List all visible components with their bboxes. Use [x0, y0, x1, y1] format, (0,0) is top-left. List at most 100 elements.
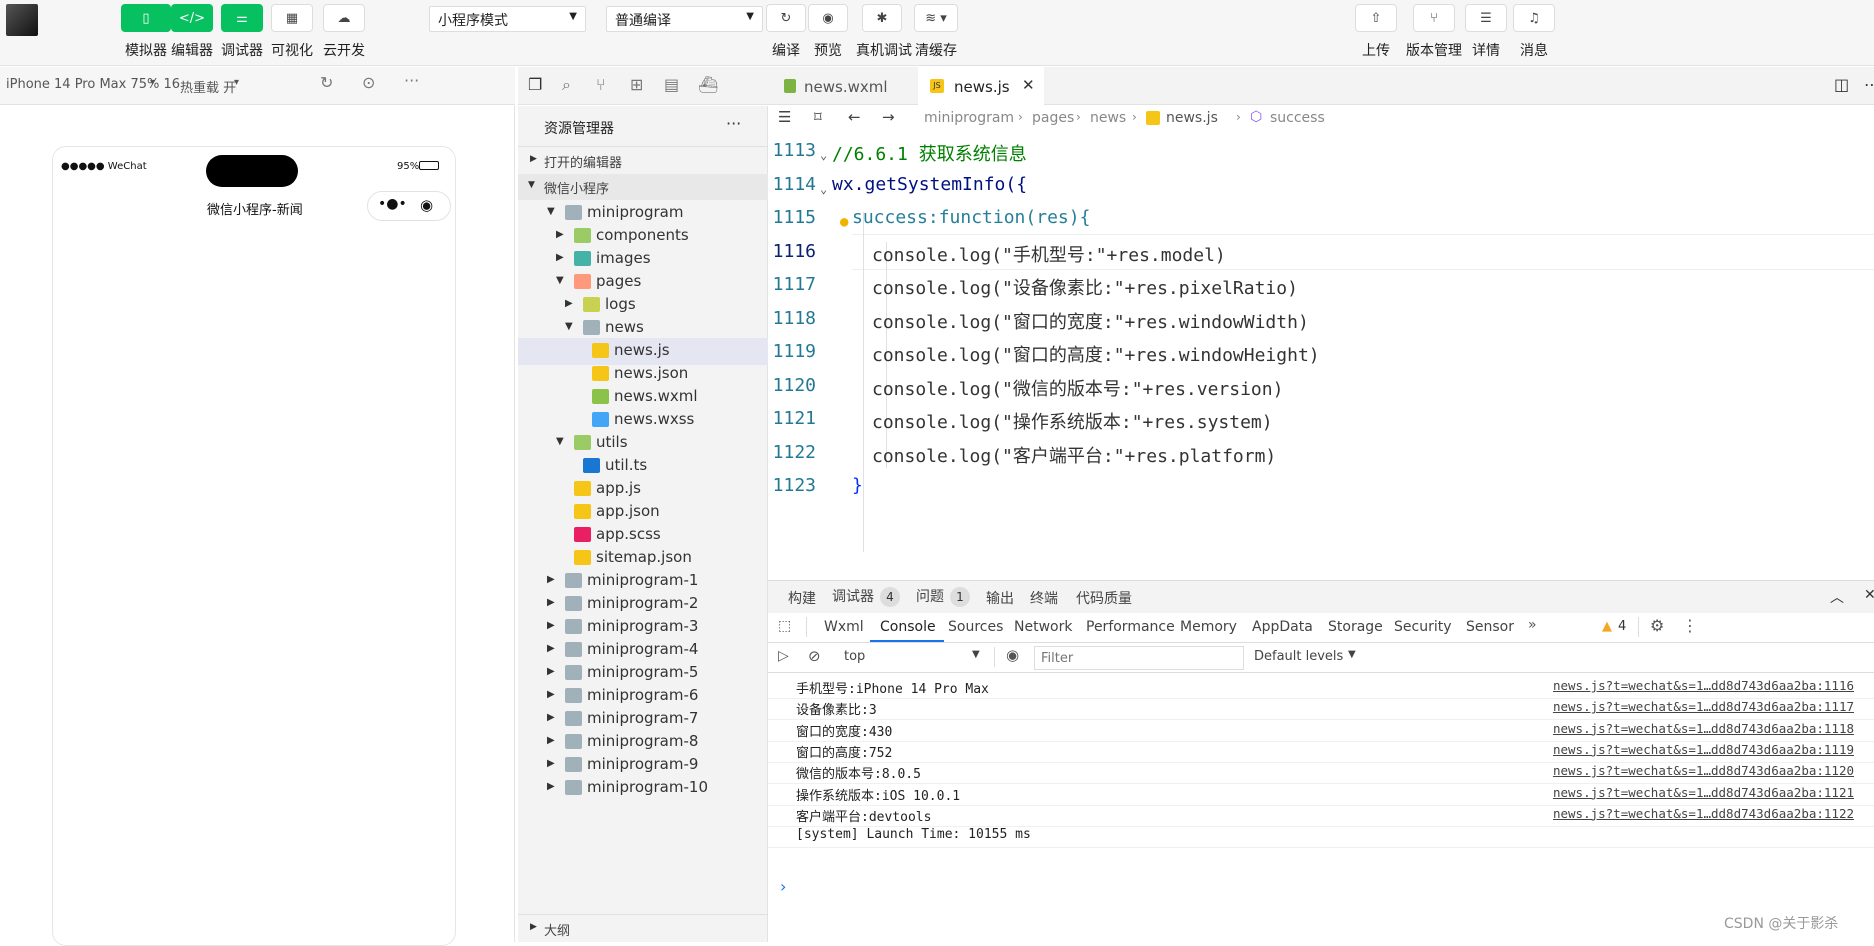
crumb-file[interactable]: news.js: [1166, 110, 1218, 126]
search-icon[interactable]: ⌕: [562, 75, 571, 95]
context-select[interactable]: top ▼: [836, 646, 986, 668]
back-icon[interactable]: ←: [848, 108, 861, 126]
split-editor-icon[interactable]: ◫: [1834, 75, 1849, 94]
code-line[interactable]: success:function(res){: [852, 207, 1090, 228]
hotreload-toggle[interactable]: 热重载 开: [180, 77, 236, 96]
outline-section[interactable]: ▶ 大纲: [518, 914, 768, 942]
warning-count[interactable]: 4: [1618, 619, 1626, 634]
code-line[interactable]: console.log("窗口的宽度:"+res.windowWidth): [872, 308, 1309, 334]
tool-tab-memory[interactable]: Memory: [1180, 619, 1237, 635]
more-icon[interactable]: ···: [726, 114, 741, 133]
remote-debug-button[interactable]: ✱ 真机调试: [856, 4, 912, 60]
console-source-link[interactable]: news.js?t=wechat&s=1…dd8d743d6aa2ba:1119: [1553, 742, 1854, 757]
close-target-icon[interactable]: ◉: [420, 196, 433, 214]
tool-tab-sensor[interactable]: Sensor: [1466, 619, 1514, 635]
code-line[interactable]: console.log("手机型号:"+res.model): [872, 241, 1226, 267]
code-line[interactable]: console.log("设备像素比:"+res.pixelRatio): [872, 274, 1298, 300]
rotate-icon[interactable]: ↻: [320, 73, 333, 92]
preview-button[interactable]: ◉ 预览: [806, 4, 850, 60]
debugger-count-badge: 4: [880, 587, 900, 607]
tab-debugger[interactable]: 调试器 4: [832, 586, 900, 607]
tool-tab-network[interactable]: Network: [1014, 619, 1072, 635]
clear-cache-button[interactable]: ≋ ▾ 清缓存: [910, 4, 962, 60]
console-source-link[interactable]: news.js?t=wechat&s=1…dd8d743d6aa2ba:1117: [1553, 699, 1854, 714]
crumb-news[interactable]: news: [1090, 110, 1126, 126]
tool-tab-performance[interactable]: Performance: [1086, 619, 1175, 635]
more-dots-icon[interactable]: •●•: [378, 196, 407, 212]
tab-problems[interactable]: 问题 1: [916, 586, 970, 607]
more-icon[interactable]: ⋯: [1864, 75, 1874, 94]
stop-icon[interactable]: ⊙: [362, 73, 375, 92]
source-control-icon[interactable]: ⑂: [596, 75, 606, 94]
console-source-link[interactable]: news.js?t=wechat&s=1…dd8d743d6aa2ba:1120: [1553, 763, 1854, 778]
tab-code-quality[interactable]: 代码质量: [1076, 588, 1132, 608]
debugger-button[interactable]: ⚌ 调试器: [220, 4, 264, 60]
tree-item[interactable]: ▶ miniprogram-10: [518, 775, 768, 802]
lightbulb-icon[interactable]: ●: [840, 214, 848, 230]
chevron-up-icon[interactable]: ︿: [1830, 587, 1844, 607]
code-line[interactable]: console.log("操作系统版本:"+res.system): [872, 408, 1273, 434]
code-line[interactable]: wx.getSystemInfo({: [832, 174, 1027, 195]
console-source-link[interactable]: news.js?t=wechat&s=1…dd8d743d6aa2ba:1116: [1553, 678, 1854, 693]
tab-output[interactable]: 输出: [986, 588, 1014, 608]
project-section[interactable]: ▼ 微信小程序: [518, 174, 768, 200]
kebab-icon[interactable]: ⋮: [1682, 616, 1698, 635]
upload-button[interactable]: ⇧ 上传: [1350, 4, 1402, 60]
editor-button[interactable]: </> 编辑器: [170, 4, 214, 60]
tab-news-js[interactable]: JS news.js ✕: [918, 67, 1044, 105]
files-icon[interactable]: ❐: [528, 75, 542, 94]
tool-tab-appdata[interactable]: AppData: [1252, 619, 1313, 635]
console-prompt[interactable]: ›: [780, 877, 786, 896]
details-button[interactable]: ☰ 详情: [1460, 4, 1512, 60]
console-source-link[interactable]: news.js?t=wechat&s=1…dd8d743d6aa2ba:1118: [1553, 721, 1854, 736]
extensions-icon[interactable]: ⊞: [630, 75, 643, 94]
bookmark-icon[interactable]: ⌑: [814, 108, 822, 126]
code-editor[interactable]: ⌄ ⌄ ● 1113 //6.6.1 获取系统信息 1114 wx.getSystem…: [768, 132, 1874, 580]
storage-icon[interactable]: ▤: [664, 75, 679, 94]
sidebar-toggle-icon[interactable]: ▷: [778, 648, 789, 664]
tool-tab-security[interactable]: Security: [1394, 619, 1452, 635]
tool-tab-sources[interactable]: Sources: [948, 619, 1003, 635]
levels-select[interactable]: Default levels ▼: [1254, 646, 1356, 668]
open-editors-section[interactable]: ▶ 打开的编辑器: [518, 146, 768, 174]
filter-input[interactable]: [1034, 646, 1244, 670]
gear-icon[interactable]: ⚙: [1650, 616, 1664, 635]
eye-icon[interactable]: ◉: [1006, 646, 1019, 664]
visual-button[interactable]: ▦ 可视化: [270, 4, 314, 60]
messages-button[interactable]: ♫ 消息: [1508, 4, 1560, 60]
tool-tab-console[interactable]: Console: [880, 619, 936, 635]
mode-select[interactable]: 小程序模式 ▼: [429, 6, 586, 32]
crumb-symbol[interactable]: success: [1270, 110, 1325, 126]
code-line[interactable]: //6.6.1 获取系统信息: [832, 140, 1027, 166]
more-tabs-icon[interactable]: »: [1528, 617, 1537, 633]
console-source-link[interactable]: news.js?t=wechat&s=1…dd8d743d6aa2ba:1121: [1553, 785, 1854, 800]
avatar[interactable]: [6, 4, 38, 36]
tab-build[interactable]: 构建: [788, 588, 816, 608]
close-icon[interactable]: ✕: [1864, 587, 1874, 603]
compile-select[interactable]: 普通编译 ▼: [606, 6, 763, 32]
forward-icon[interactable]: →: [882, 108, 895, 126]
version-button[interactable]: ⑂ 版本管理: [1404, 4, 1464, 60]
cloud-button[interactable]: ☁ 云开发: [322, 4, 366, 60]
tool-tab-storage[interactable]: Storage: [1328, 619, 1383, 635]
tab-news-wxml[interactable]: news.wxml: [768, 67, 918, 105]
close-icon[interactable]: ✕: [1022, 76, 1035, 94]
clear-console-icon[interactable]: ⊘: [808, 647, 821, 665]
fold-chevron-icon[interactable]: ⌄: [820, 148, 827, 162]
fold-chevron-icon[interactable]: ⌄: [820, 182, 827, 196]
code-line[interactable]: }: [852, 475, 863, 496]
tool-tab-wxml[interactable]: Wxml: [824, 619, 864, 635]
inspect-icon[interactable]: ⬚: [778, 618, 791, 634]
tab-terminal[interactable]: 终端: [1030, 588, 1058, 608]
docker-icon[interactable]: ⛴: [698, 75, 718, 94]
simulator-button[interactable]: ▯ 模拟器: [120, 4, 172, 60]
code-line[interactable]: console.log("窗口的高度:"+res.windowHeight): [872, 341, 1320, 367]
list-icon[interactable]: ☰: [778, 108, 791, 126]
crumb-pages[interactable]: pages: [1032, 110, 1074, 126]
crumb-miniprogram[interactable]: miniprogram: [924, 110, 1014, 126]
code-line[interactable]: console.log("微信的版本号:"+res.version): [872, 375, 1283, 401]
code-line[interactable]: console.log("客户端平台:"+res.platform): [872, 442, 1276, 468]
console-source-link[interactable]: news.js?t=wechat&s=1…dd8d743d6aa2ba:1122: [1553, 806, 1854, 821]
compile-button[interactable]: ↻ 编译: [764, 4, 808, 60]
more-icon[interactable]: ···: [404, 71, 419, 90]
